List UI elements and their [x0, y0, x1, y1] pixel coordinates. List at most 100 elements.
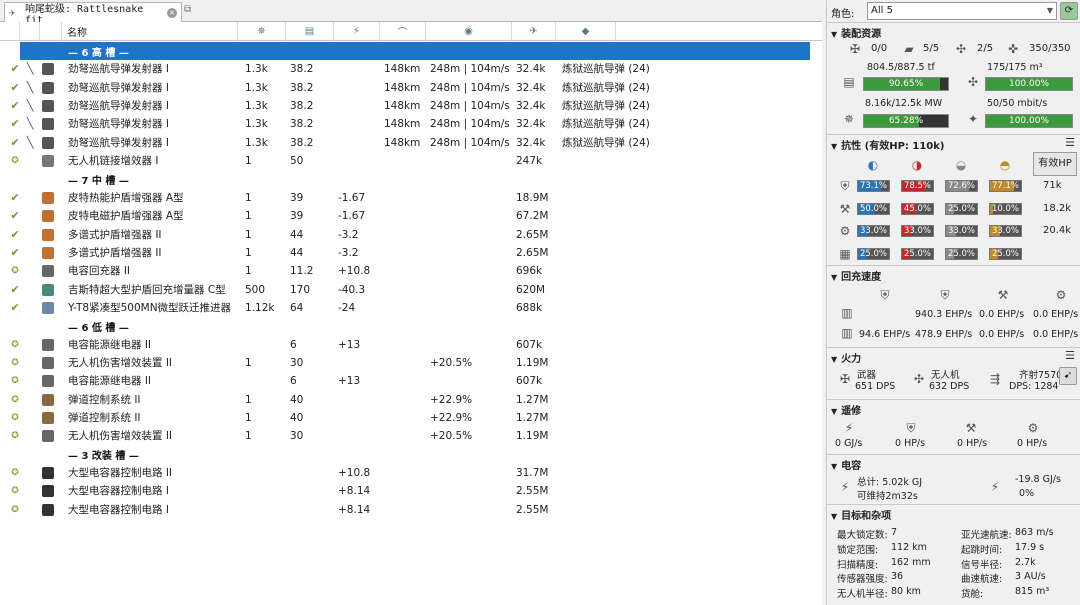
rack-header[interactable]: — 3 改装 槽 — [0, 446, 812, 464]
module-state-icon[interactable]: ✪ [9, 152, 21, 170]
menu-icon[interactable]: ☰ [1065, 349, 1075, 362]
character-select[interactable]: All 5 ▼ [867, 2, 1057, 20]
col-charge[interactable] [20, 22, 40, 41]
col-falloff[interactable]: ◉ [426, 22, 512, 41]
remote-header[interactable]: ▼ 遥修 [831, 402, 861, 417]
module-row[interactable]: ✔ 吉斯特超大型护盾回充增量器 C型 500 170 -40.3 620M [0, 281, 812, 299]
resists-header[interactable]: ▼ 抗性 (有效HP: 110k) [831, 137, 944, 152]
weapon-label: 武器 [857, 370, 877, 381]
module-row[interactable]: ✪ 无人机伤害增效装置 II 1 30 +20.5% 1.19M [0, 427, 812, 445]
tab-bar: ✈ 响尾蛇级: Rattlesnake fit × ⧉ [0, 0, 822, 26]
armor-transfer-icon: ⚒ [965, 421, 977, 435]
capacitor-header[interactable]: ▼ 电容 [831, 457, 861, 472]
module-state-icon[interactable]: ✔ [9, 60, 21, 78]
module-falloff: +22.9% [430, 412, 473, 424]
module-state-icon[interactable]: ✔ [9, 207, 21, 225]
module-row[interactable]: ✔ ╲ 劲弩巡航导弹发射器 I 1.3k 38.2 148km 248m | 104m/s 3… [0, 134, 812, 152]
module-cpu: 38.2 [290, 118, 314, 131]
module-state-icon[interactable]: ✪ [9, 336, 21, 354]
module-row[interactable]: ✔ 多谱式护盾增强器 II 1 44 -3.2 2.65M [0, 244, 812, 262]
module-row[interactable]: ✪ 弹道控制系统 II 1 40 +22.9% 1.27M [0, 391, 812, 409]
module-state-icon[interactable]: ✪ [9, 372, 21, 390]
col-cap[interactable]: ⚡ [334, 22, 380, 41]
firepower-header[interactable]: ▼ 火力 [831, 350, 861, 365]
module-state-icon[interactable]: ✪ [9, 482, 21, 500]
col-power[interactable]: ✵ [238, 22, 286, 41]
resist-cell: 33.0% [901, 225, 934, 237]
shield-transfer-icon: ⛨ [906, 421, 916, 435]
charge-icon [24, 262, 36, 280]
resources-header[interactable]: ▼ 装配资源 [831, 25, 881, 40]
refresh-button[interactable]: ⟳ [1060, 2, 1078, 20]
menu-icon[interactable]: ☰ [1065, 136, 1075, 149]
module-state-icon[interactable]: ✪ [9, 427, 21, 445]
resist-cell: 45.0% [901, 202, 934, 215]
module-state-icon[interactable]: ✪ [9, 501, 21, 519]
module-row[interactable]: ✔ ╲ 劲弩巡航导弹发射器 I 1.3k 38.2 148km 248m | 104m/s 3… [0, 97, 812, 115]
rack-header[interactable]: — 6 高 槽 — [20, 42, 810, 61]
shield-booster-icon [42, 281, 58, 299]
module-state-icon[interactable]: ✔ [9, 134, 21, 152]
thermal-icon: ◑ [911, 158, 923, 172]
col-name[interactable]: 名称 [62, 22, 238, 41]
charge-icon [24, 501, 36, 519]
misc-key: 最大锁定数: [837, 530, 888, 541]
dps-settings-button[interactable]: ➹ [1059, 367, 1077, 385]
module-row[interactable]: ✔ 皮特电磁护盾增强器 A型 1 39 -1.67 67.2M [0, 207, 812, 225]
module-row[interactable]: ✪ 电容能源继电器 II 6 +13 607k [0, 336, 812, 354]
module-row[interactable]: ✔ Y-T8紧凑型500MN微型跃迁推进器 1.12k 64 -24 688k [0, 299, 812, 317]
module-row[interactable]: ✔ 皮特热能护盾增强器 A型 1 39 -1.67 18.9M [0, 189, 812, 207]
active-row-icon: ▥ [841, 326, 853, 340]
module-row[interactable]: ✪ 无人机链接增效器 I 1 50 247k [0, 152, 812, 170]
module-state-icon[interactable]: ✔ [9, 226, 21, 244]
module-state-icon[interactable]: ✪ [9, 409, 21, 427]
col-cpu[interactable]: ▤ [286, 22, 334, 41]
module-state-icon[interactable]: ✔ [9, 79, 21, 97]
collapse-icon: ▼ [831, 142, 838, 151]
module-row[interactable]: ✪ 大型电容器控制电路 I +8.14 2.55M [0, 482, 812, 500]
module-row[interactable]: ✔ ╲ 劲弩巡航导弹发射器 I 1.3k 38.2 148km 248m | 104m/s 3… [0, 115, 812, 133]
rack-header[interactable]: — 6 低 槽 — [0, 317, 812, 335]
module-state-icon[interactable]: ✔ [9, 299, 21, 317]
col-price[interactable]: ✈ [512, 22, 556, 41]
module-state-icon[interactable]: ✔ [9, 97, 21, 115]
resist-cell: 25.0% [945, 247, 978, 260]
module-row[interactable]: ✪ 大型电容器控制电路 I +8.14 2.55M [0, 501, 812, 519]
kinetic-icon: ◒ [955, 158, 967, 172]
module-state-icon[interactable]: ✪ [9, 391, 21, 409]
module-row[interactable]: ✪ 弹道控制系统 II 1 40 +22.9% 1.27M [0, 409, 812, 427]
resist-cell: 33.0% [945, 225, 978, 237]
module-row[interactable]: ✪ 大型电容器控制电路 II +10.8 31.7M [0, 464, 812, 482]
charge-icon: ╲ [26, 99, 34, 113]
module-icon-swatch [42, 118, 54, 131]
module-row[interactable]: ✔ ╲ 劲弩巡航导弹发射器 I 1.3k 38.2 148km 248m | 104m/s 3… [0, 60, 812, 78]
close-tab-icon[interactable]: × [167, 7, 177, 18]
tab-fit[interactable]: ✈ 响尾蛇级: Rattlesnake fit × [4, 2, 182, 26]
resist-value: 25.0% [947, 248, 975, 259]
module-state-icon[interactable]: ✪ [9, 354, 21, 372]
col-range[interactable]: ⌒ [380, 22, 426, 41]
misc-value: 2.7k [1015, 556, 1036, 568]
module-icon-swatch [42, 155, 54, 168]
misc-header[interactable]: ▼ 目标和杂项 [831, 507, 891, 522]
module-state-icon[interactable]: ✔ [9, 281, 21, 299]
module-state-icon[interactable]: ✔ [9, 244, 21, 262]
col-ammo[interactable]: ◆ [556, 22, 616, 41]
module-row[interactable]: ✔ ╲ 劲弩巡航导弹发射器 I 1.3k 38.2 148km 248m | 104m/s 3… [0, 79, 812, 97]
module-row[interactable]: ✪ 无人机伤害增效装置 II 1 30 +20.5% 1.19M [0, 354, 812, 372]
module-falloff: 248m | 104m/s [430, 100, 510, 113]
new-tab-icon[interactable]: ⧉ [184, 4, 198, 16]
effective-hp-button[interactable]: 有效HP [1033, 152, 1077, 176]
module-row[interactable]: ✪ 电容能源继电器 II 6 +13 607k [0, 372, 812, 390]
col-state[interactable] [0, 22, 20, 41]
module-state-icon[interactable]: ✔ [9, 189, 21, 207]
col-icon[interactable] [40, 22, 62, 41]
module-powergrid: 1 [245, 210, 252, 223]
module-state-icon[interactable]: ✔ [9, 115, 21, 133]
rack-header[interactable]: — 7 中 槽 — [0, 170, 812, 188]
module-row[interactable]: ✪ 电容回充器 II 1 11.2 +10.8 696k [0, 262, 812, 280]
module-row[interactable]: ✔ 多谱式护盾增强器 II 1 44 -3.2 2.65M [0, 226, 812, 244]
module-state-icon[interactable]: ✪ [9, 464, 21, 482]
module-state-icon[interactable]: ✪ [9, 262, 21, 280]
recharge-header[interactable]: ▼ 回充速度 [831, 268, 881, 283]
